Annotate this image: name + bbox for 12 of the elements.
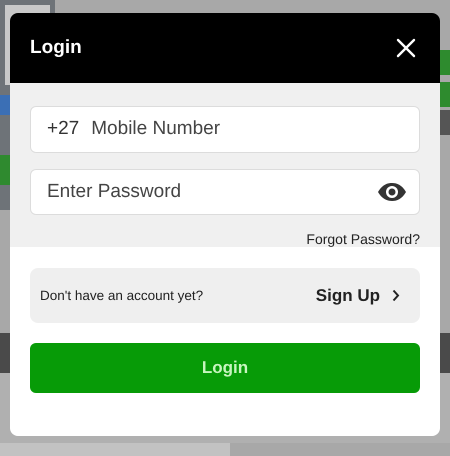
phone-field[interactable]: +27 Mobile Number	[30, 106, 420, 152]
signup-prompt: Don't have an account yet?	[40, 288, 204, 303]
password-field[interactable]: Enter Password	[30, 168, 420, 215]
phone-number-input[interactable]: Mobile Number	[91, 118, 407, 140]
chevron-right-icon	[392, 289, 400, 302]
close-icon	[396, 38, 416, 58]
country-code: +27	[47, 118, 80, 140]
eye-icon[interactable]	[377, 182, 407, 202]
sign-up-button[interactable]: Sign Up	[316, 286, 400, 306]
password-input[interactable]: Enter Password	[47, 180, 365, 203]
dialog-title: Login	[30, 37, 82, 59]
forgot-password-link[interactable]: Forgot Password?	[306, 231, 420, 247]
